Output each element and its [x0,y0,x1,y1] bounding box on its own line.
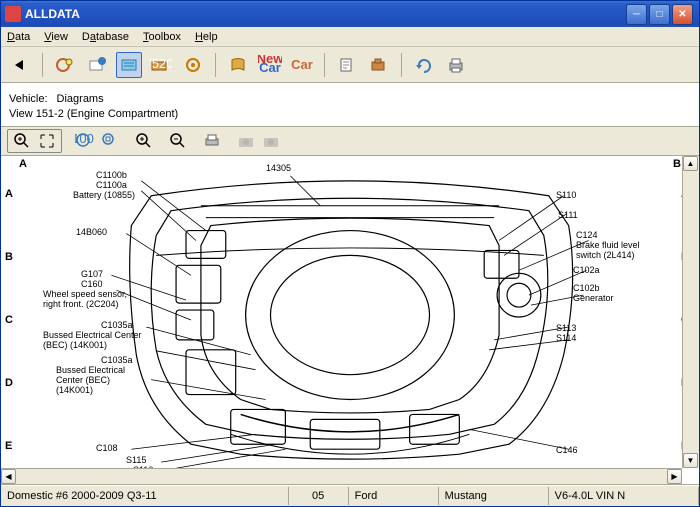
callout-brake: Brake fluid level switch (2L414) [576,241,640,261]
callout-s110: S110 [556,191,576,201]
tool-icon-3[interactable] [116,52,142,78]
callout-battery: Battery (10855) [73,191,135,201]
callout-bec1: Bussed Electrical Center (BEC) (14K001) [43,331,142,351]
callout-bec2: Bussed Electrical Center (BEC) (14K001) [56,366,125,396]
status-db: Domestic #6 2000-2009 Q3-11 [1,487,289,505]
scroll-right-button[interactable]: ▶ [667,469,682,484]
status-year: 05 [289,487,349,505]
tool-icon-6[interactable] [225,52,251,78]
scroll-left-button[interactable]: ◀ [1,469,16,484]
menu-toolbox[interactable]: Toolbox [143,31,181,43]
tool-icon-9[interactable] [334,52,360,78]
scroll-up-button[interactable]: ▲ [683,156,698,171]
svg-text:7520: 7520 [150,56,172,71]
print-button[interactable] [443,52,469,78]
callout-14305: 14305 [266,164,291,174]
zoom-out-button[interactable] [167,131,189,151]
svg-text:Car: Car [259,60,281,75]
grid-left: ABCDE [5,156,19,484]
view-toolbar: 100 [1,126,699,156]
menu-data[interactable]: Data [7,31,30,43]
menu-view[interactable]: View [44,31,68,43]
zoom-in-2-button[interactable] [133,131,155,151]
info-bar: Vehicle: Diagrams View 151-2 (Engine Com… [1,83,699,126]
close-button[interactable]: ✕ [672,4,693,25]
status-model: Mustang [439,487,549,505]
new-car-button[interactable]: NewCar [257,52,283,78]
tool-icon-11[interactable] [411,52,437,78]
window-title: ALLDATA [25,7,626,21]
svg-text:Car: Car [291,57,313,72]
menu-help[interactable]: Help [195,31,218,43]
menu-database[interactable]: Database [82,31,129,43]
callout-14b060: 14B060 [76,228,107,238]
callout-c108: C108 [96,444,118,454]
zoom-region-button[interactable] [99,131,121,151]
svg-text:100: 100 [75,132,94,146]
fit-button[interactable] [36,131,58,151]
car-button[interactable]: Car [289,52,315,78]
status-bar: Domestic #6 2000-2009 Q3-11 05 Ford Must… [1,485,699,505]
camera-1-button[interactable] [235,131,257,151]
callout-s111: S111 [558,211,578,221]
vertical-scrollbar[interactable]: ▲ ▼ [682,156,699,468]
callout-gen: Generator [573,294,614,304]
print-view-button[interactable] [201,131,223,151]
callout-s114: S114 [556,334,576,344]
app-icon [5,6,21,22]
zoom-in-button[interactable] [11,131,33,151]
horizontal-scrollbar[interactable]: ◀ ▶ [1,468,682,484]
status-make: Ford [349,487,439,505]
title-bar: ALLDATA ─ □ ✕ [1,1,699,27]
status-engine: V6-4.0L VIN N [549,487,699,505]
camera-2-button[interactable] [260,131,282,151]
scroll-down-button[interactable]: ▼ [683,453,698,468]
main-toolbar: 7520 NewCar Car [1,47,699,83]
grid-top: AB [19,158,681,170]
page-subtitle: View 151-2 (Engine Compartment) [9,108,691,120]
tool-icon-1[interactable] [52,52,78,78]
minimize-button[interactable]: ─ [626,4,647,25]
callout-wss: Wheel speed sensor, right front. (2C204) [43,290,127,310]
tool-icon-10[interactable] [366,52,392,78]
tool-icon-2[interactable] [84,52,110,78]
maximize-button[interactable]: □ [649,4,670,25]
tool-icon-4[interactable]: 7520 [148,52,174,78]
menu-bar: Data View Database Toolbox Help [1,27,699,47]
callout-c146: C146 [556,446,578,456]
tool-icon-5[interactable] [180,52,206,78]
zoom-100-button[interactable]: 100 [74,131,96,151]
back-button[interactable] [7,52,33,78]
diagram-viewport[interactable]: AB ABCDE ABCDE 14305 C1100b C1100a Batte… [1,156,699,485]
callout-c102a: C102a [573,266,600,276]
page-title: Vehicle: Diagrams [9,86,691,107]
